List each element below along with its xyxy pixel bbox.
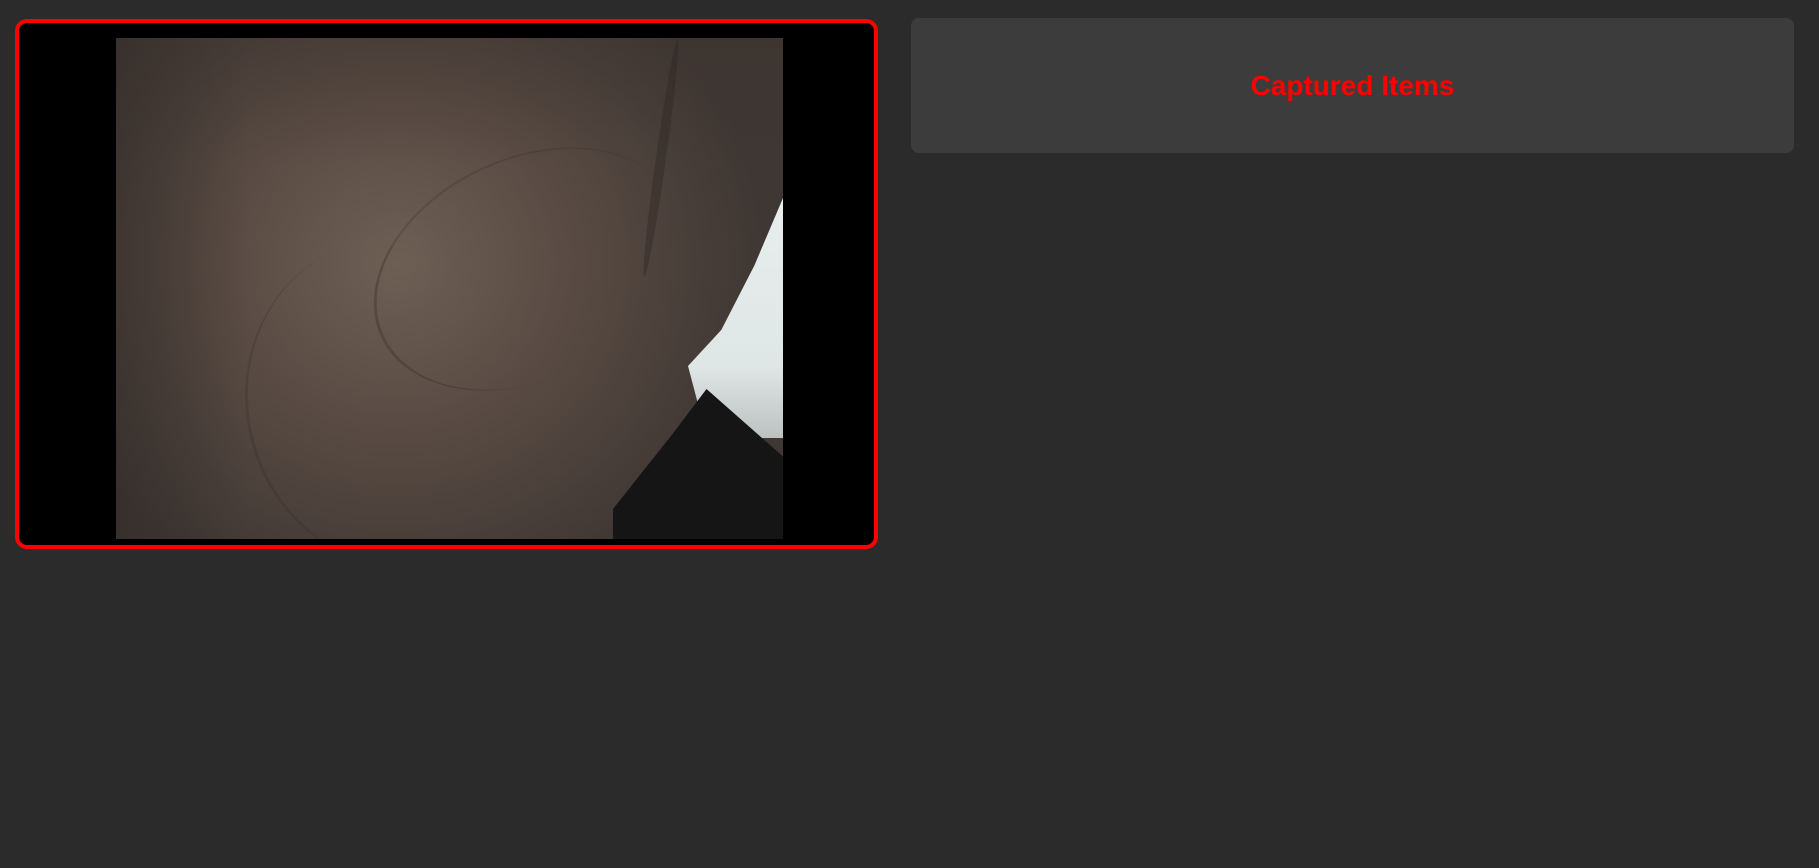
captured-items-panel: Captured Items <box>911 18 1794 153</box>
camera-feed[interactable] <box>116 38 783 539</box>
captured-items-title: Captured Items <box>1250 69 1455 101</box>
app-root: Captured Items <box>0 0 1819 868</box>
camera-preview-frame[interactable] <box>15 19 878 549</box>
